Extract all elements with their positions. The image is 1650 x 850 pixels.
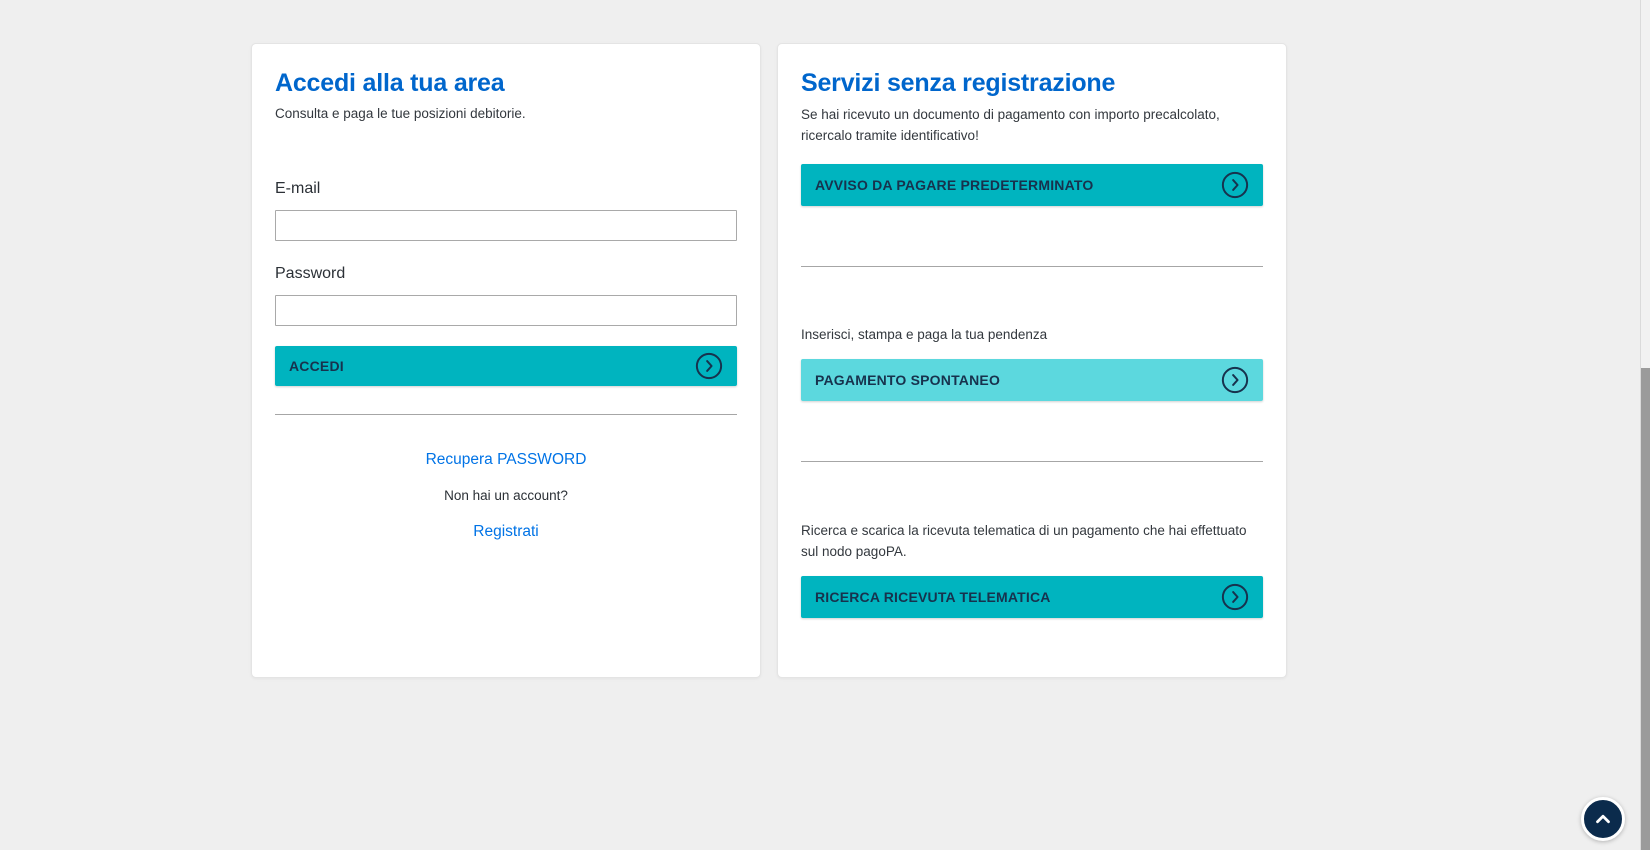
scroll-to-top-button[interactable]: [1581, 797, 1625, 841]
services-divider-1: [801, 266, 1263, 267]
login-button[interactable]: ACCEDI: [275, 346, 737, 386]
password-label: Password: [275, 263, 737, 285]
recover-password-link[interactable]: Recupera PASSWORD: [426, 449, 587, 471]
services-card-title: Servizi senza registrazione: [801, 68, 1263, 98]
receipt-search-button[interactable]: RICERCA RICEVUTA TELEMATICA: [801, 576, 1263, 618]
services-card: Servizi senza registrazione Se hai ricev…: [777, 43, 1287, 678]
chevron-right-circle-icon: [1221, 171, 1249, 199]
spontaneous-payment-button[interactable]: PAGAMENTO SPONTANEO: [801, 359, 1263, 401]
predetermined-notice-description: Se hai ricevuto un documento di pagament…: [801, 104, 1263, 146]
login-card: Accedi alla tua area Consulta e paga le …: [251, 43, 761, 678]
predetermined-notice-button-label: AVVISO DA PAGARE PREDETERMINATO: [815, 177, 1093, 193]
login-card-divider: [275, 414, 737, 415]
chevron-up-icon: [1592, 808, 1614, 830]
spontaneous-payment-button-label: PAGAMENTO SPONTANEO: [815, 372, 1000, 388]
login-button-label: ACCEDI: [289, 358, 344, 374]
services-divider-2: [801, 461, 1263, 462]
register-link[interactable]: Registrati: [473, 521, 538, 543]
no-account-text: Non hai un account?: [275, 487, 737, 505]
login-card-subtitle: Consulta e paga le tue posizioni debitor…: [275, 104, 737, 124]
chevron-right-circle-icon: [1221, 583, 1249, 611]
login-card-title: Accedi alla tua area: [275, 68, 737, 98]
chevron-right-circle-icon: [1221, 366, 1249, 394]
vertical-scrollbar[interactable]: [1640, 0, 1650, 850]
password-input[interactable]: [275, 295, 737, 326]
predetermined-notice-button[interactable]: AVVISO DA PAGARE PREDETERMINATO: [801, 164, 1263, 206]
receipt-search-button-label: RICERCA RICEVUTA TELEMATICA: [815, 589, 1051, 605]
receipt-search-description: Ricerca e scarica la ricevuta telematica…: [801, 520, 1263, 562]
spontaneous-payment-description: Inserisci, stampa e paga la tua pendenza: [801, 324, 1263, 345]
vertical-scrollbar-thumb[interactable]: [1641, 368, 1650, 850]
email-label: E-mail: [275, 178, 737, 200]
email-input[interactable]: [275, 210, 737, 241]
main-content: Accedi alla tua area Consulta e paga le …: [251, 43, 1287, 678]
chevron-right-circle-icon: [695, 352, 723, 380]
